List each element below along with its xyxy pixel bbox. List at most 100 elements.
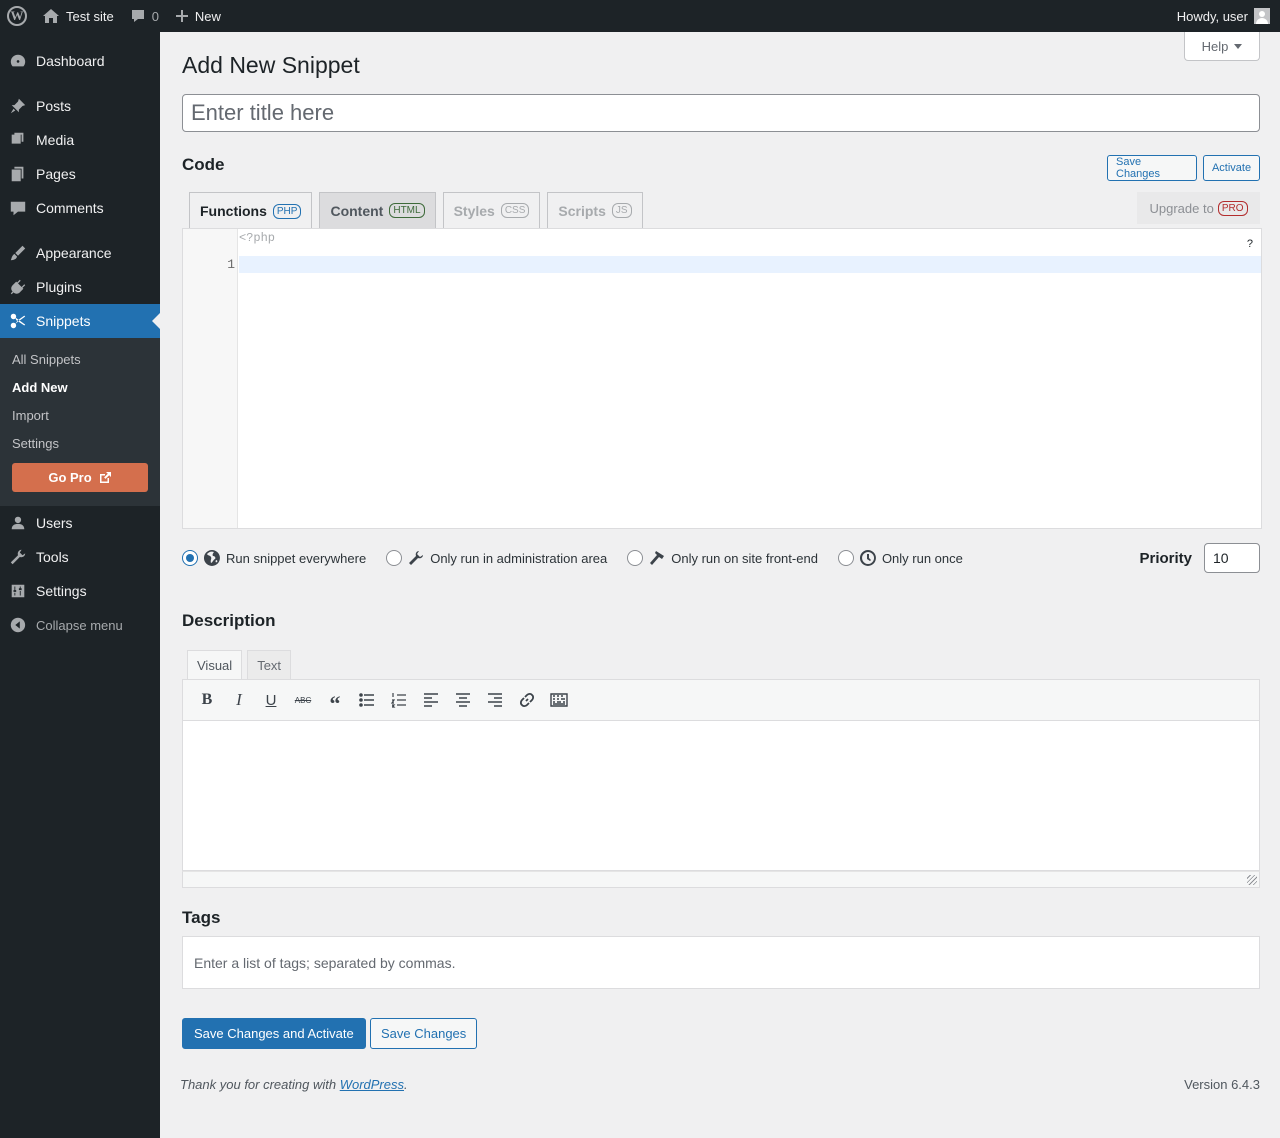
tab-content[interactable]: Content HTML (319, 192, 436, 228)
editor-mode-tabs: Visual Text (187, 650, 292, 680)
admin-bar: W Test site 0 New Howdy, user (0, 0, 1280, 32)
submenu-add-new[interactable]: Add New (0, 373, 160, 401)
account-menu[interactable]: Howdy, user (1169, 0, 1280, 32)
tab-styles[interactable]: Styles CSS (442, 192, 541, 228)
submenu-all-snippets[interactable]: All Snippets (0, 345, 160, 373)
strikethrough-icon: ABC (294, 695, 312, 705)
sidebar-item-plugins[interactable]: Plugins (0, 270, 160, 304)
scope-admin[interactable]: Only run in administration area (386, 550, 607, 566)
snippet-title-input[interactable] (182, 94, 1260, 132)
sidebar-item-pages[interactable]: Pages (0, 157, 160, 191)
numbered-list-button[interactable] (383, 686, 415, 714)
tab-scripts[interactable]: Scripts JS (547, 192, 643, 228)
priority-group: Priority (1139, 543, 1260, 573)
tab-functions[interactable]: Functions PHP (189, 192, 313, 229)
site-name-label: Test site (66, 8, 114, 24)
scope-everywhere-radio[interactable] (182, 550, 198, 566)
toolbar-toggle-button[interactable] (543, 686, 575, 714)
scope-frontend[interactable]: Only run on site front-end (627, 550, 818, 566)
scope-label: Only run once (881, 550, 963, 566)
line-number: 1 (227, 257, 235, 272)
tab-badge: PHP (272, 203, 302, 219)
align-right-icon (488, 693, 502, 707)
sidebar-item-label: Posts (36, 98, 72, 114)
upgrade-label: Upgrade to (1149, 200, 1214, 216)
admin-sidebar: Dashboard Posts Media Pages Comments App… (0, 32, 160, 1138)
priority-input[interactable] (1204, 543, 1260, 573)
align-center-icon (456, 693, 470, 707)
description-statusbar (182, 871, 1260, 888)
align-left-icon (424, 693, 438, 707)
help-button[interactable]: Help (1184, 32, 1260, 61)
save-and-activate-button[interactable]: Save Changes and Activate (182, 1018, 366, 1049)
align-center-button[interactable] (447, 686, 479, 714)
snippets-submenu: All Snippets Add New Import Settings Go … (0, 338, 160, 506)
sidebar-item-settings[interactable]: Settings (0, 574, 160, 608)
sidebar-item-snippets[interactable]: Snippets (0, 304, 160, 338)
priority-label: Priority (1139, 549, 1192, 567)
sidebar-item-label: Pages (36, 166, 76, 182)
save-changes-top-button[interactable]: Save Changes (1107, 155, 1197, 181)
new-label: New (194, 8, 221, 24)
resize-handle-icon[interactable] (1247, 875, 1257, 885)
wordpress-link[interactable]: WordPress (340, 1077, 404, 1092)
hammer-icon (650, 551, 665, 565)
sidebar-item-posts[interactable]: Posts (0, 89, 160, 123)
tags-input[interactable]: Enter a list of tags; separated by comma… (182, 936, 1260, 989)
collapse-icon (0, 616, 36, 634)
sidebar-item-appearance[interactable]: Appearance (0, 236, 160, 270)
align-right-button[interactable] (479, 686, 511, 714)
sidebar-item-dashboard[interactable]: Dashboard (0, 44, 160, 78)
description-editor[interactable] (182, 721, 1260, 871)
sidebar-item-label: Settings (36, 583, 87, 599)
tab-visual[interactable]: Visual (187, 650, 243, 680)
wordpress-logo-icon[interactable]: W (0, 0, 34, 32)
tab-text[interactable]: Text (247, 650, 292, 680)
strikethrough-button[interactable]: ABC (287, 686, 319, 714)
new-content-link[interactable]: New (167, 0, 229, 32)
scope-label: Only run in administration area (430, 550, 608, 566)
sidebar-item-users[interactable]: Users (0, 506, 160, 540)
avatar (1254, 8, 1270, 24)
activate-top-button[interactable]: Activate (1203, 155, 1260, 181)
comment-icon (0, 199, 36, 217)
tab-label: Styles (453, 202, 495, 219)
submenu-import[interactable]: Import (0, 401, 160, 429)
sidebar-item-label: Appearance (36, 245, 112, 261)
submenu-settings[interactable]: Settings (0, 429, 160, 457)
italic-button[interactable]: I (223, 686, 255, 714)
align-left-button[interactable] (415, 686, 447, 714)
upgrade-to-pro-link[interactable]: Upgrade to PRO (1137, 192, 1260, 224)
pin-icon (0, 97, 36, 115)
blockquote-button[interactable]: “ (319, 686, 351, 715)
scope-once-radio[interactable] (837, 550, 854, 566)
help-label: Help (1201, 38, 1229, 54)
insert-link-button[interactable] (511, 686, 543, 714)
save-changes-button[interactable]: Save Changes (370, 1018, 478, 1049)
go-pro-button[interactable]: Go Pro (12, 463, 148, 492)
admin-footer: Thank you for creating with WordPress. V… (180, 1077, 1260, 1092)
bullet-list-button[interactable] (351, 686, 383, 714)
editor-help-button[interactable]: ? (1247, 238, 1253, 250)
sidebar-item-comments[interactable]: Comments (0, 191, 160, 225)
tab-label: Scripts (558, 202, 606, 219)
scope-frontend-radio[interactable] (627, 550, 644, 566)
underline-button[interactable]: U (255, 686, 287, 714)
version-label: Version 6.4.3 (1184, 1077, 1260, 1092)
underline-icon: U (265, 691, 277, 709)
scissors-icon (0, 312, 36, 330)
bold-button[interactable]: B (191, 686, 223, 714)
external-link-icon (99, 471, 111, 483)
pages-icon (0, 165, 36, 183)
site-name-link[interactable]: Test site (34, 0, 122, 32)
scope-once[interactable]: Only run once (837, 550, 963, 566)
sidebar-item-tools[interactable]: Tools (0, 540, 160, 574)
comments-link[interactable]: 0 (122, 0, 167, 32)
comment-icon (131, 10, 144, 22)
scope-admin-radio[interactable] (386, 550, 403, 566)
scope-everywhere[interactable]: Run snippet everywhere (182, 550, 366, 566)
home-icon (43, 9, 59, 23)
sidebar-item-media[interactable]: Media (0, 123, 160, 157)
code-editor[interactable]: <?php 1 ? (182, 228, 1262, 529)
collapse-menu-button[interactable]: Collapse menu (0, 608, 160, 642)
